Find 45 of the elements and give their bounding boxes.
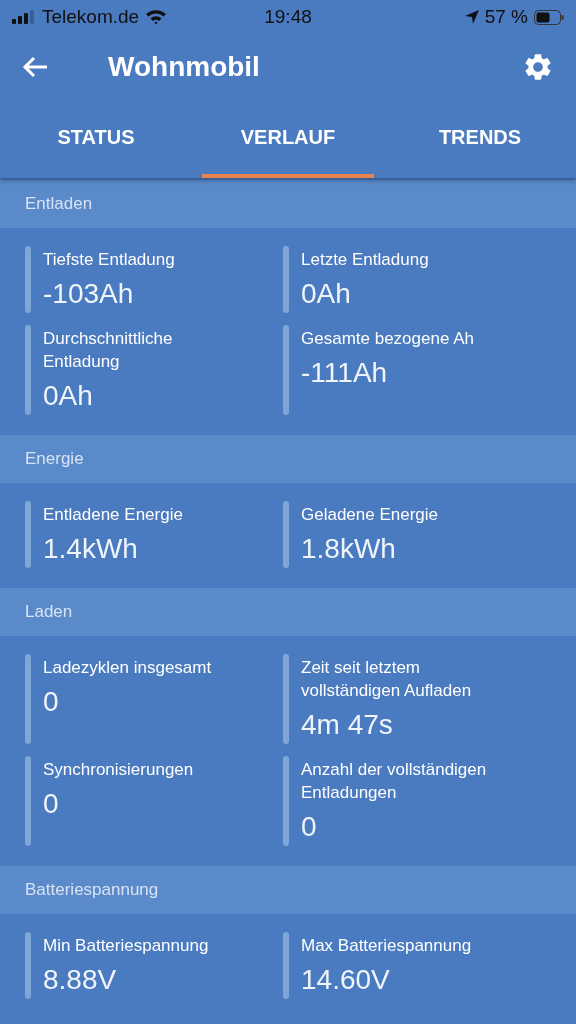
location-icon bbox=[464, 10, 479, 24]
stat-value: 0 bbox=[43, 787, 60, 821]
stat-label: Ladezyklen insgesamt bbox=[43, 657, 212, 679]
tab[interactable]: TRENDS bbox=[394, 100, 566, 178]
wifi-icon bbox=[145, 9, 168, 25]
stat-value: 1.4kWh bbox=[43, 532, 139, 566]
stat-value: 14.60V bbox=[301, 963, 391, 997]
stat-label: Max Batteriespannung bbox=[301, 935, 472, 957]
stat-label: Geladene Energie bbox=[301, 504, 439, 526]
back-arrow-icon[interactable] bbox=[22, 56, 48, 78]
battery-icon bbox=[534, 9, 564, 25]
carrier-name: Telekom.de bbox=[42, 6, 140, 28]
stat-label: Anzahl der vollständigen Entladungen bbox=[301, 759, 488, 804]
stat-value: 0 bbox=[301, 810, 318, 844]
stat-label: Min Batteriespannung bbox=[43, 935, 209, 957]
stat-label: Durchschnittliche Entladung bbox=[43, 328, 174, 373]
accent-bar bbox=[25, 246, 31, 313]
section-header: Laden bbox=[0, 588, 576, 636]
battery-percent: 57 % bbox=[484, 6, 528, 28]
stat-value: 4m 47s bbox=[301, 708, 394, 742]
stat-label: Tiefste Entladung bbox=[43, 249, 175, 271]
stat-value: 0Ah bbox=[43, 379, 94, 413]
stat-value: -111Ah bbox=[301, 356, 389, 390]
stat-value: 8.88V bbox=[43, 963, 118, 997]
signal-icon bbox=[12, 10, 36, 24]
stat-value: 0 bbox=[43, 685, 60, 719]
screen-title: Wohnmobil bbox=[108, 51, 261, 83]
stat-label: Zeit seit letztem vollständigen Aufladen bbox=[301, 657, 473, 702]
stat-value: 0Ah bbox=[301, 277, 352, 311]
section-header: Energie bbox=[0, 435, 576, 483]
stat-label: Synchronisierungen bbox=[43, 759, 194, 781]
stat-value: 1.8kWh bbox=[301, 532, 397, 566]
accent-bar bbox=[25, 932, 31, 999]
accent-bar bbox=[283, 501, 289, 568]
clock-time: 19:48 bbox=[263, 6, 313, 28]
tab[interactable]: STATUS bbox=[10, 100, 182, 178]
accent-bar bbox=[283, 932, 289, 999]
accent-bar bbox=[25, 501, 31, 568]
section-header: Batteriespannung bbox=[0, 866, 576, 914]
section-header: Entladen bbox=[0, 180, 576, 228]
stat-label: Entladene Energie bbox=[43, 504, 183, 526]
stat-value: -103Ah bbox=[43, 277, 135, 311]
accent-bar bbox=[283, 246, 289, 313]
stat-label: Letzte Entladung bbox=[301, 249, 429, 271]
stat-label: Gesamte bezogene Ah bbox=[301, 328, 474, 350]
